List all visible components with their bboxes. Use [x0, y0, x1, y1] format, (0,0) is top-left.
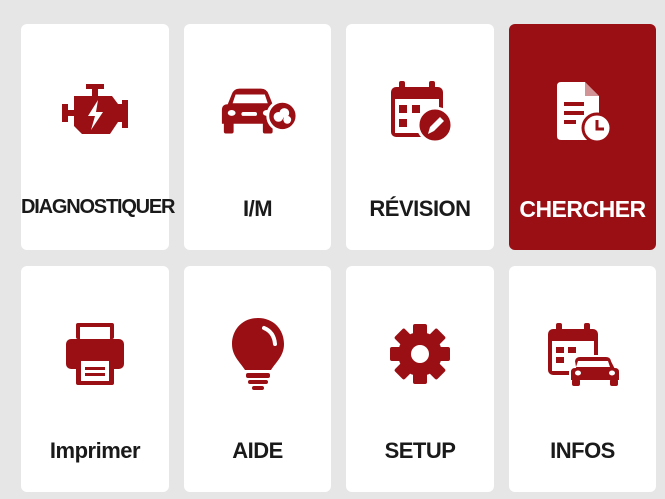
car-emission-icon	[218, 72, 298, 152]
lightbulb-icon	[218, 314, 298, 394]
document-clock-icon	[543, 72, 623, 152]
tile-setup[interactable]: SETUP	[346, 266, 494, 492]
tile-diagnostiquer[interactable]: DIAGNOSTIQUER	[21, 24, 175, 250]
tile-imprimer[interactable]: Imprimer	[21, 266, 169, 492]
printer-icon	[55, 314, 135, 394]
tile-label: SETUP	[384, 438, 456, 463]
tile-im[interactable]: I/M	[184, 24, 331, 250]
gear-icon	[380, 314, 460, 394]
calendar-edit-icon	[380, 72, 460, 152]
tile-aide[interactable]: AIDE	[184, 266, 331, 492]
tile-label: DIAGNOSTIQUER	[21, 196, 175, 218]
tile-infos[interactable]: INFOS	[509, 266, 656, 492]
main-menu-grid: DIAGNOSTIQUER I/M RÉVISION CHERCHER Impr…	[0, 0, 665, 499]
tile-label: AIDE	[232, 438, 283, 463]
tile-label: RÉVISION	[369, 196, 471, 221]
tile-chercher[interactable]: CHERCHER	[509, 24, 656, 250]
tile-revision[interactable]: RÉVISION	[346, 24, 494, 250]
engine-icon	[55, 72, 135, 152]
tile-label: INFOS	[550, 438, 615, 463]
tile-label: Imprimer	[49, 438, 141, 463]
calendar-car-icon	[543, 314, 623, 394]
tile-label: CHERCHER	[519, 196, 646, 222]
tile-label: I/M	[242, 196, 273, 221]
